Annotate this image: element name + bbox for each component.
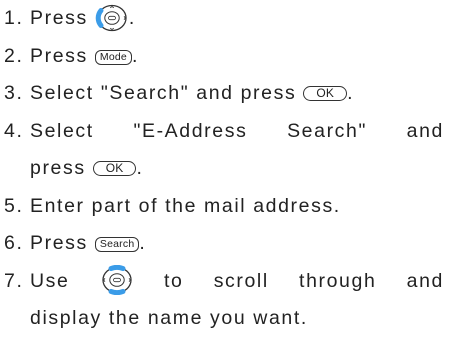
step-text-continued: press <box>30 157 86 179</box>
step-number: 1. <box>4 7 24 29</box>
step-text-suffix: . <box>136 157 144 179</box>
instruction-steps: 1. Press . 2. Press Mode. 3. Select "Sea… <box>4 0 444 338</box>
step-text: Enter part of the mail address. <box>30 194 341 217</box>
step-text: Press <box>30 44 88 67</box>
step-text-suffix: . <box>347 82 355 104</box>
step-number: 4. <box>4 119 24 142</box>
step-5: 5. Enter part of the mail address. <box>4 188 444 226</box>
step-text: Press <box>30 7 88 29</box>
step-number: 3. <box>4 82 24 104</box>
navigation-key-left-icon <box>95 4 129 32</box>
ok-key: OK <box>92 161 137 176</box>
step-number: 7. <box>4 269 24 292</box>
step-4: 4. Select "E-Address Search" and press O… <box>4 113 444 188</box>
step-text: Press <box>30 232 88 254</box>
step-text: Use <box>30 269 70 292</box>
step-text: Select "Search" and press <box>30 82 297 104</box>
step-text-suffix: . <box>128 7 136 29</box>
step-7: 7. Use to scroll through and display the… <box>4 263 444 338</box>
step-text-suffix: . <box>131 44 139 67</box>
step-6: 6. Press Search. <box>4 225 444 263</box>
navigation-key-up-down-icon <box>100 264 134 295</box>
step-number: 6. <box>4 232 24 254</box>
search-key: Search <box>94 237 140 252</box>
step-2: 2. Press Mode. <box>4 38 444 76</box>
step-3: 3. Select "Search" and press OK. <box>4 75 444 113</box>
mode-key: Mode <box>94 49 132 65</box>
step-number: 5. <box>4 194 24 217</box>
ok-key: OK <box>303 86 348 101</box>
step-text: Select "E-Address Search" and <box>30 119 444 142</box>
step-text-continued: to scroll through and <box>163 269 444 292</box>
step-text-suffix: . <box>139 232 147 254</box>
step-number: 2. <box>4 44 24 67</box>
step-1: 1. Press . <box>4 0 444 38</box>
step-text-line2: display the name you want. <box>30 307 308 329</box>
